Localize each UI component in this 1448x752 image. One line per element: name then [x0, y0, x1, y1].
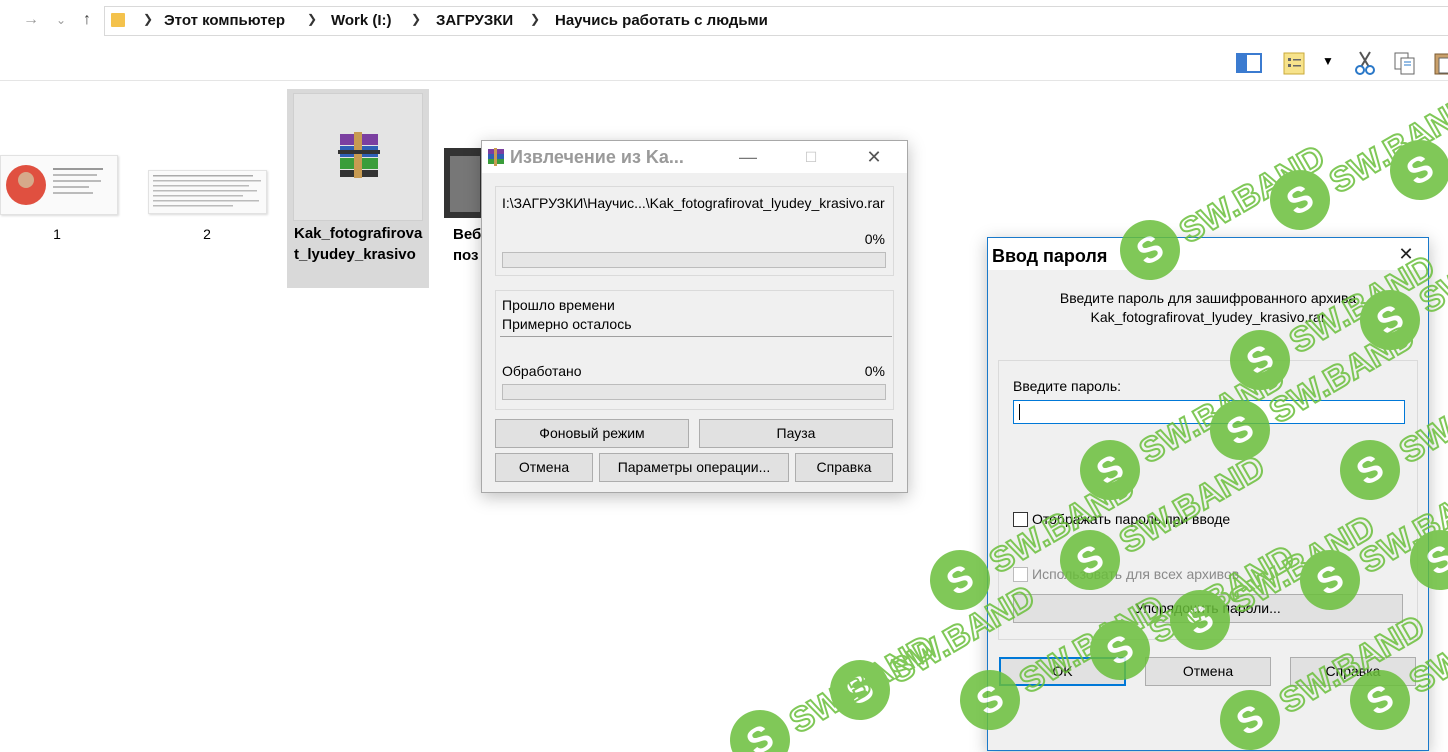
close-icon[interactable]: ✕: [1391, 242, 1421, 266]
svg-text:S: S: [1399, 146, 1440, 194]
pause-button[interactable]: Пауза: [699, 419, 893, 448]
divider: [500, 336, 892, 337]
file-percent: 0%: [864, 231, 885, 247]
address-bar[interactable]: ❯ Этот компьютер ❯ Work (I:) ❯ ЗАГРУЗКИ …: [104, 6, 1448, 36]
document-thumbnail: [148, 170, 267, 214]
chevron-right-icon[interactable]: ❯: [411, 12, 421, 26]
cut-icon[interactable]: [1352, 50, 1378, 76]
watermark-logo: SSW.BAND: [730, 627, 942, 752]
password-label: Введите пароль:: [1013, 378, 1122, 394]
winrar-archive-icon: [338, 132, 380, 178]
address-row: → ⌄ ↑ ❯ Этот компьютер ❯ Work (I:) ❯ ЗАГ…: [0, 0, 1448, 40]
file-item-rar[interactable]: Kak_fotografirovat_lyudey_krasivo: [287, 89, 429, 288]
svg-text:S: S: [1279, 176, 1320, 224]
file-label: 2: [203, 226, 211, 242]
cancel-button[interactable]: Отмена: [495, 453, 593, 482]
password-window: Ввод пароля ✕ Введите пароль для зашифро…: [987, 237, 1429, 751]
use-for-all-checkbox[interactable]: [1013, 567, 1028, 582]
paste-icon[interactable]: [1432, 50, 1448, 76]
organize-passwords-button[interactable]: Упорядочить пароли...: [1013, 594, 1403, 623]
select-icon[interactable]: [1282, 50, 1308, 76]
breadcrumb-drive[interactable]: Work (I:): [331, 12, 392, 29]
options-button[interactable]: Параметры операции...: [599, 453, 789, 482]
file-label: Kak_fotografirovat_lyudey_krasivo: [294, 225, 423, 263]
window-title: Ввод пароля: [992, 246, 1108, 266]
cancel-button[interactable]: Отмена: [1145, 657, 1271, 686]
remaining-label: Примерно осталось: [502, 316, 632, 332]
prompt-line-2: Kak_fotografirovat_lyudey_krasivo.rar: [1090, 309, 1326, 325]
folder-icon: [111, 13, 125, 27]
password-input[interactable]: [1013, 400, 1405, 424]
background-mode-button[interactable]: Фоновый режим: [495, 419, 689, 448]
title-bar[interactable]: Ввод пароля ✕: [988, 238, 1428, 270]
maximize-icon[interactable]: ☐: [796, 145, 826, 169]
processed-label: Обработано: [502, 363, 582, 379]
window-title: Извлечение из Ka...: [510, 147, 684, 167]
explorer-toolbar: ▼: [0, 40, 1448, 81]
watermark-logo: SSW.BAND: [1270, 87, 1448, 230]
preview-pane-icon[interactable]: [1236, 50, 1262, 76]
winrar-icon: [488, 148, 504, 166]
stats-group: Прошло времени Примерно осталось Обработ…: [495, 290, 894, 410]
file-thumbnail: [293, 93, 423, 221]
chevron-right-icon[interactable]: ❯: [530, 12, 540, 26]
video-thumbnail: [444, 148, 484, 218]
svg-text:SW.BAND: SW.BAND: [1323, 88, 1448, 201]
extract-window: Извлечение из Ka... — ☐ ✕ I:\ЗАГРУЗКИ\На…: [481, 140, 908, 493]
show-password-checkbox[interactable]: [1013, 512, 1028, 527]
minimize-icon[interactable]: —: [733, 145, 763, 169]
file-progress-bar: [502, 252, 886, 268]
help-button[interactable]: Справка: [795, 453, 893, 482]
document-thumbnail: [0, 155, 118, 215]
svg-text:S: S: [739, 716, 780, 752]
svg-text:SW.BAND: SW.BAND: [1173, 138, 1331, 251]
use-for-all-label: Использовать для всех архивов: [1032, 566, 1240, 582]
processed-progress-bar: [502, 384, 886, 400]
password-group: Введите пароль: Отображать пароль при вв…: [998, 360, 1418, 640]
breadcrumb-this-pc[interactable]: Этот компьютер: [164, 12, 285, 29]
chevron-right-icon[interactable]: ❯: [143, 12, 153, 26]
archive-path: I:\ЗАГРУЗКИ\Научис...\Kak_fotografirovat…: [502, 195, 885, 211]
svg-text:SW.BAND: SW.BAND: [783, 628, 941, 741]
show-password-label: Отображать пароль при вводе: [1032, 511, 1231, 527]
copy-icon[interactable]: [1392, 50, 1418, 76]
close-icon[interactable]: ✕: [859, 145, 889, 169]
back-arrow-icon[interactable]: →: [20, 9, 42, 31]
breadcrumb-current-folder[interactable]: Научись работать с людьми: [555, 12, 768, 29]
file-label: Веб поз: [453, 226, 482, 264]
prompt-line-1: Введите пароль для зашифрованного архива: [1059, 290, 1357, 306]
processed-percent: 0%: [864, 363, 885, 379]
breadcrumb-downloads[interactable]: ЗАГРУЗКИ: [436, 12, 513, 29]
history-chevron-icon[interactable]: ⌄: [50, 9, 72, 31]
ok-button[interactable]: OK: [999, 657, 1126, 686]
chevron-right-icon[interactable]: ❯: [307, 12, 317, 26]
file-progress-group: I:\ЗАГРУЗКИ\Научис...\Kak_fotografirovat…: [495, 186, 894, 276]
svg-text:S: S: [939, 556, 980, 604]
elapsed-label: Прошло времени: [502, 297, 615, 313]
help-button[interactable]: Справка: [1290, 657, 1416, 686]
up-arrow-icon[interactable]: ↑: [76, 9, 98, 31]
text-caret: [1019, 404, 1020, 420]
file-label: 1: [53, 226, 61, 242]
svg-text:S: S: [839, 666, 880, 714]
dropdown-icon[interactable]: ▼: [1322, 54, 1348, 80]
title-bar[interactable]: Извлечение из Ka... — ☐ ✕: [482, 141, 907, 173]
